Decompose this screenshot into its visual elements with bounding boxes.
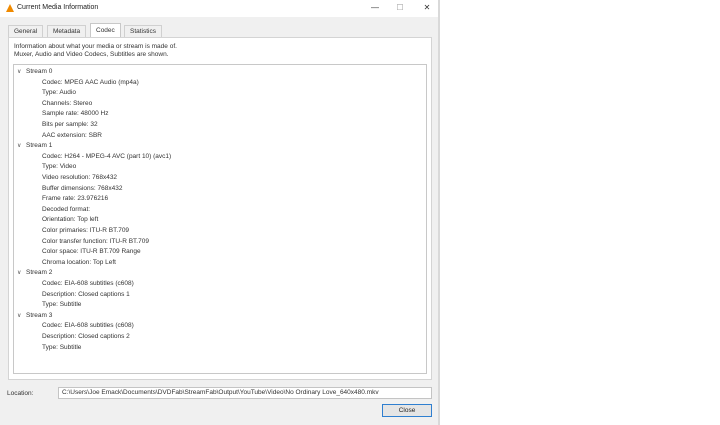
tree-item-text: Description: Closed captions 2 bbox=[42, 333, 130, 340]
tree-stream-node[interactable]: ∨ Stream 2 bbox=[17, 268, 52, 278]
title-bar: Current Media Information — ☐ ✕ bbox=[0, 0, 440, 17]
tree-item-text: Decoded format: bbox=[42, 205, 91, 213]
info-line: Muxer, Audio and Video Codecs, Subtitles… bbox=[14, 51, 169, 58]
stream-tree[interactable]: ∨ Stream 0 Codec: MPEG AAC Audio (mp4a) Typ… bbox=[13, 64, 427, 374]
tree-item-text: Codec: MPEG AAC Audio (mp4a) bbox=[42, 78, 139, 86]
tree-property: Type: Audio bbox=[42, 88, 76, 98]
tree-property: Video resolution: 768x432 bbox=[42, 173, 117, 183]
tree-property: Type: Subtitle bbox=[42, 343, 81, 353]
close-button[interactable]: Close bbox=[382, 404, 432, 417]
chevron-down-icon[interactable]: ∨ bbox=[17, 67, 26, 77]
tree-property: Color transfer function: ITU-R BT.709 bbox=[42, 237, 149, 247]
tree-property: Chroma location: Top Left bbox=[42, 258, 116, 268]
tree-property: AAC extension: SBR bbox=[42, 131, 102, 141]
tree-item-text: Orientation: Top left bbox=[42, 216, 99, 224]
tree-stream-node[interactable]: ∨ Stream 3 bbox=[17, 311, 52, 321]
tree-property: Bits per sample: 32 bbox=[42, 120, 98, 130]
window-title: Current Media Information bbox=[17, 4, 99, 11]
window-edge bbox=[438, 0, 440, 425]
tree-item-text: Color transfer function: ITU-R BT.709 bbox=[42, 237, 149, 245]
tree-property: Channels: Stereo bbox=[42, 99, 92, 109]
tree-property: Frame rate: 23.976216 bbox=[42, 194, 108, 204]
tree-item-text: Stream 2 bbox=[26, 269, 53, 277]
tree-item-text: Channels: Stereo bbox=[42, 99, 93, 107]
tree-property: Codec: MPEG AAC Audio (mp4a) bbox=[42, 78, 139, 88]
tree-item-text: Chroma location: Top Left bbox=[42, 258, 116, 266]
tree-property: Decoded format: bbox=[42, 205, 90, 215]
tree-property: Sample rate: 48000 Hz bbox=[42, 109, 108, 119]
tree-property: Color space: ITU-R BT.709 Range bbox=[42, 247, 141, 257]
codec-info-text: Information about what your media or str… bbox=[14, 43, 414, 59]
tree-stream-node[interactable]: ∨ Stream 1 bbox=[17, 141, 52, 151]
codec-panel: Information about what your media or str… bbox=[8, 37, 432, 380]
chevron-down-icon[interactable]: ∨ bbox=[17, 311, 26, 321]
minimize-button[interactable]: — bbox=[368, 2, 382, 14]
location-label: Location: bbox=[7, 390, 34, 397]
tree-item-text: Codec: H264 - MPEG-4 AVC (part 10) (avc1… bbox=[42, 152, 172, 160]
tab-statistics[interactable]: Statistics bbox=[124, 25, 163, 37]
tree-property: Color primaries: ITU-R BT.709 bbox=[42, 226, 129, 236]
chevron-down-icon[interactable]: ∨ bbox=[17, 268, 26, 278]
tree-item-text: Stream 3 bbox=[26, 311, 53, 319]
tree-item-text: Description: Closed captions 1 bbox=[42, 290, 130, 298]
tree-item-text: Bits per sample: 32 bbox=[42, 121, 98, 128]
tab-codec[interactable]: Codec bbox=[90, 23, 121, 37]
tree-item-text: Video resolution: 768x432 bbox=[42, 174, 118, 181]
tree-item-text: AAC extension: SBR bbox=[42, 131, 102, 139]
tree-item-text: Type: Audio bbox=[42, 89, 76, 97]
media-info-window: Current Media Information — ☐ ✕ General … bbox=[0, 0, 440, 425]
tree-item-text: Stream 1 bbox=[26, 142, 53, 150]
tree-property: Codec: EIA-608 subtitles (c608) bbox=[42, 321, 134, 331]
tree-stream-node[interactable]: ∨ Stream 0 bbox=[17, 67, 52, 77]
tree-item-text: Frame rate: 23.976216 bbox=[42, 195, 109, 203]
tree-item-text: Type: Subtitle bbox=[42, 301, 82, 309]
tree-property: Buffer dimensions: 768x432 bbox=[42, 184, 122, 194]
location-field[interactable]: C:\Users\Joe Emack\Documents\DVDFab\Stre… bbox=[58, 387, 432, 399]
tree-property: Type: Video bbox=[42, 162, 76, 172]
tree-property: Orientation: Top left bbox=[42, 215, 98, 225]
tree-property: Description: Closed captions 1 bbox=[42, 290, 130, 300]
tree-item-text: Codec: EIA-608 subtitles (c608) bbox=[42, 280, 134, 287]
tree-item-text: Type: Video bbox=[42, 163, 77, 171]
tree-property: Codec: EIA-608 subtitles (c608) bbox=[42, 279, 134, 289]
tab-general[interactable]: General bbox=[8, 25, 44, 37]
tree-item-text: Color space: ITU-R BT.709 Range bbox=[42, 248, 141, 256]
maximize-button[interactable]: ☐ bbox=[393, 2, 407, 14]
tree-item-text: Type: Subtitle bbox=[42, 343, 82, 351]
tree-item-text: Stream 0 bbox=[26, 68, 53, 75]
tree-property: Description: Closed captions 2 bbox=[42, 332, 130, 342]
tree-item-text: Color primaries: ITU-R BT.709 bbox=[42, 227, 130, 234]
tree-property: Type: Subtitle bbox=[42, 300, 81, 310]
vlc-cone-icon bbox=[6, 4, 14, 12]
tree-item-text: Sample rate: 48000 Hz bbox=[42, 110, 109, 118]
tree-item-text: Buffer dimensions: 768x432 bbox=[42, 184, 123, 192]
tree-item-text: Codec: EIA-608 subtitles (c608) bbox=[42, 322, 134, 330]
tab-metadata[interactable]: Metadata bbox=[47, 25, 87, 37]
tree-property: Codec: H264 - MPEG-4 AVC (part 10) (avc1… bbox=[42, 152, 171, 162]
close-window-button[interactable]: ✕ bbox=[420, 2, 434, 14]
info-line: Information about what your media or str… bbox=[14, 43, 177, 50]
chevron-down-icon[interactable]: ∨ bbox=[17, 141, 26, 151]
